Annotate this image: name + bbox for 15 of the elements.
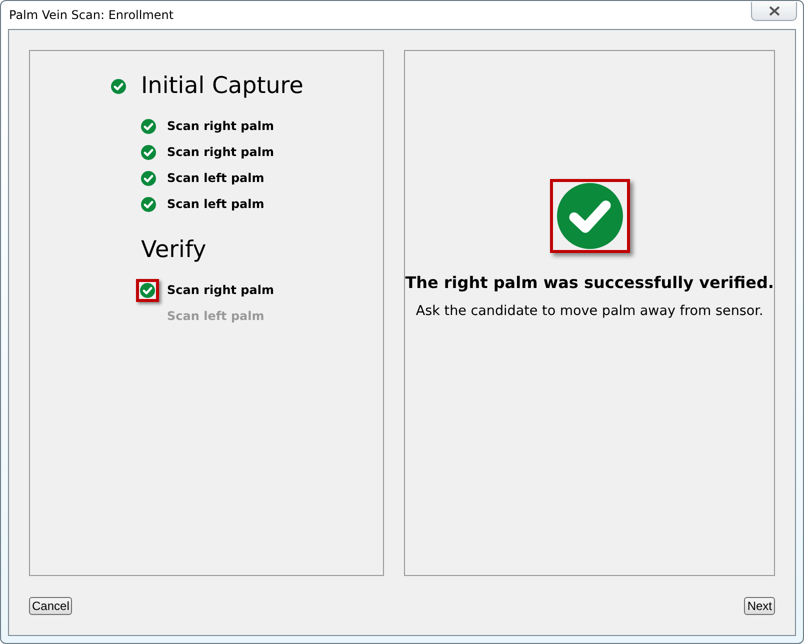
step-label: Scan left palm [167,171,264,185]
step-label: Scan right palm [167,283,274,297]
window-title: Palm Vein Scan: Enrollment [9,8,174,22]
section-heading: Initial Capture [141,73,304,99]
section-heading: Verify [141,237,206,263]
step-label: Scan left palm [167,197,264,211]
result-message: Ask the candidate to move palm away from sensor. [416,303,764,319]
step-label: Scan right palm [167,145,274,159]
result-title: The right palm was successfully verified. [405,273,774,292]
cancel-button[interactable]: Cancel [29,597,72,615]
close-button[interactable] [751,2,797,20]
step-label: Scan left palm [167,309,264,323]
next-button[interactable]: Next [744,597,775,615]
step-label: Scan right palm [167,119,274,133]
close-icon [768,6,780,16]
